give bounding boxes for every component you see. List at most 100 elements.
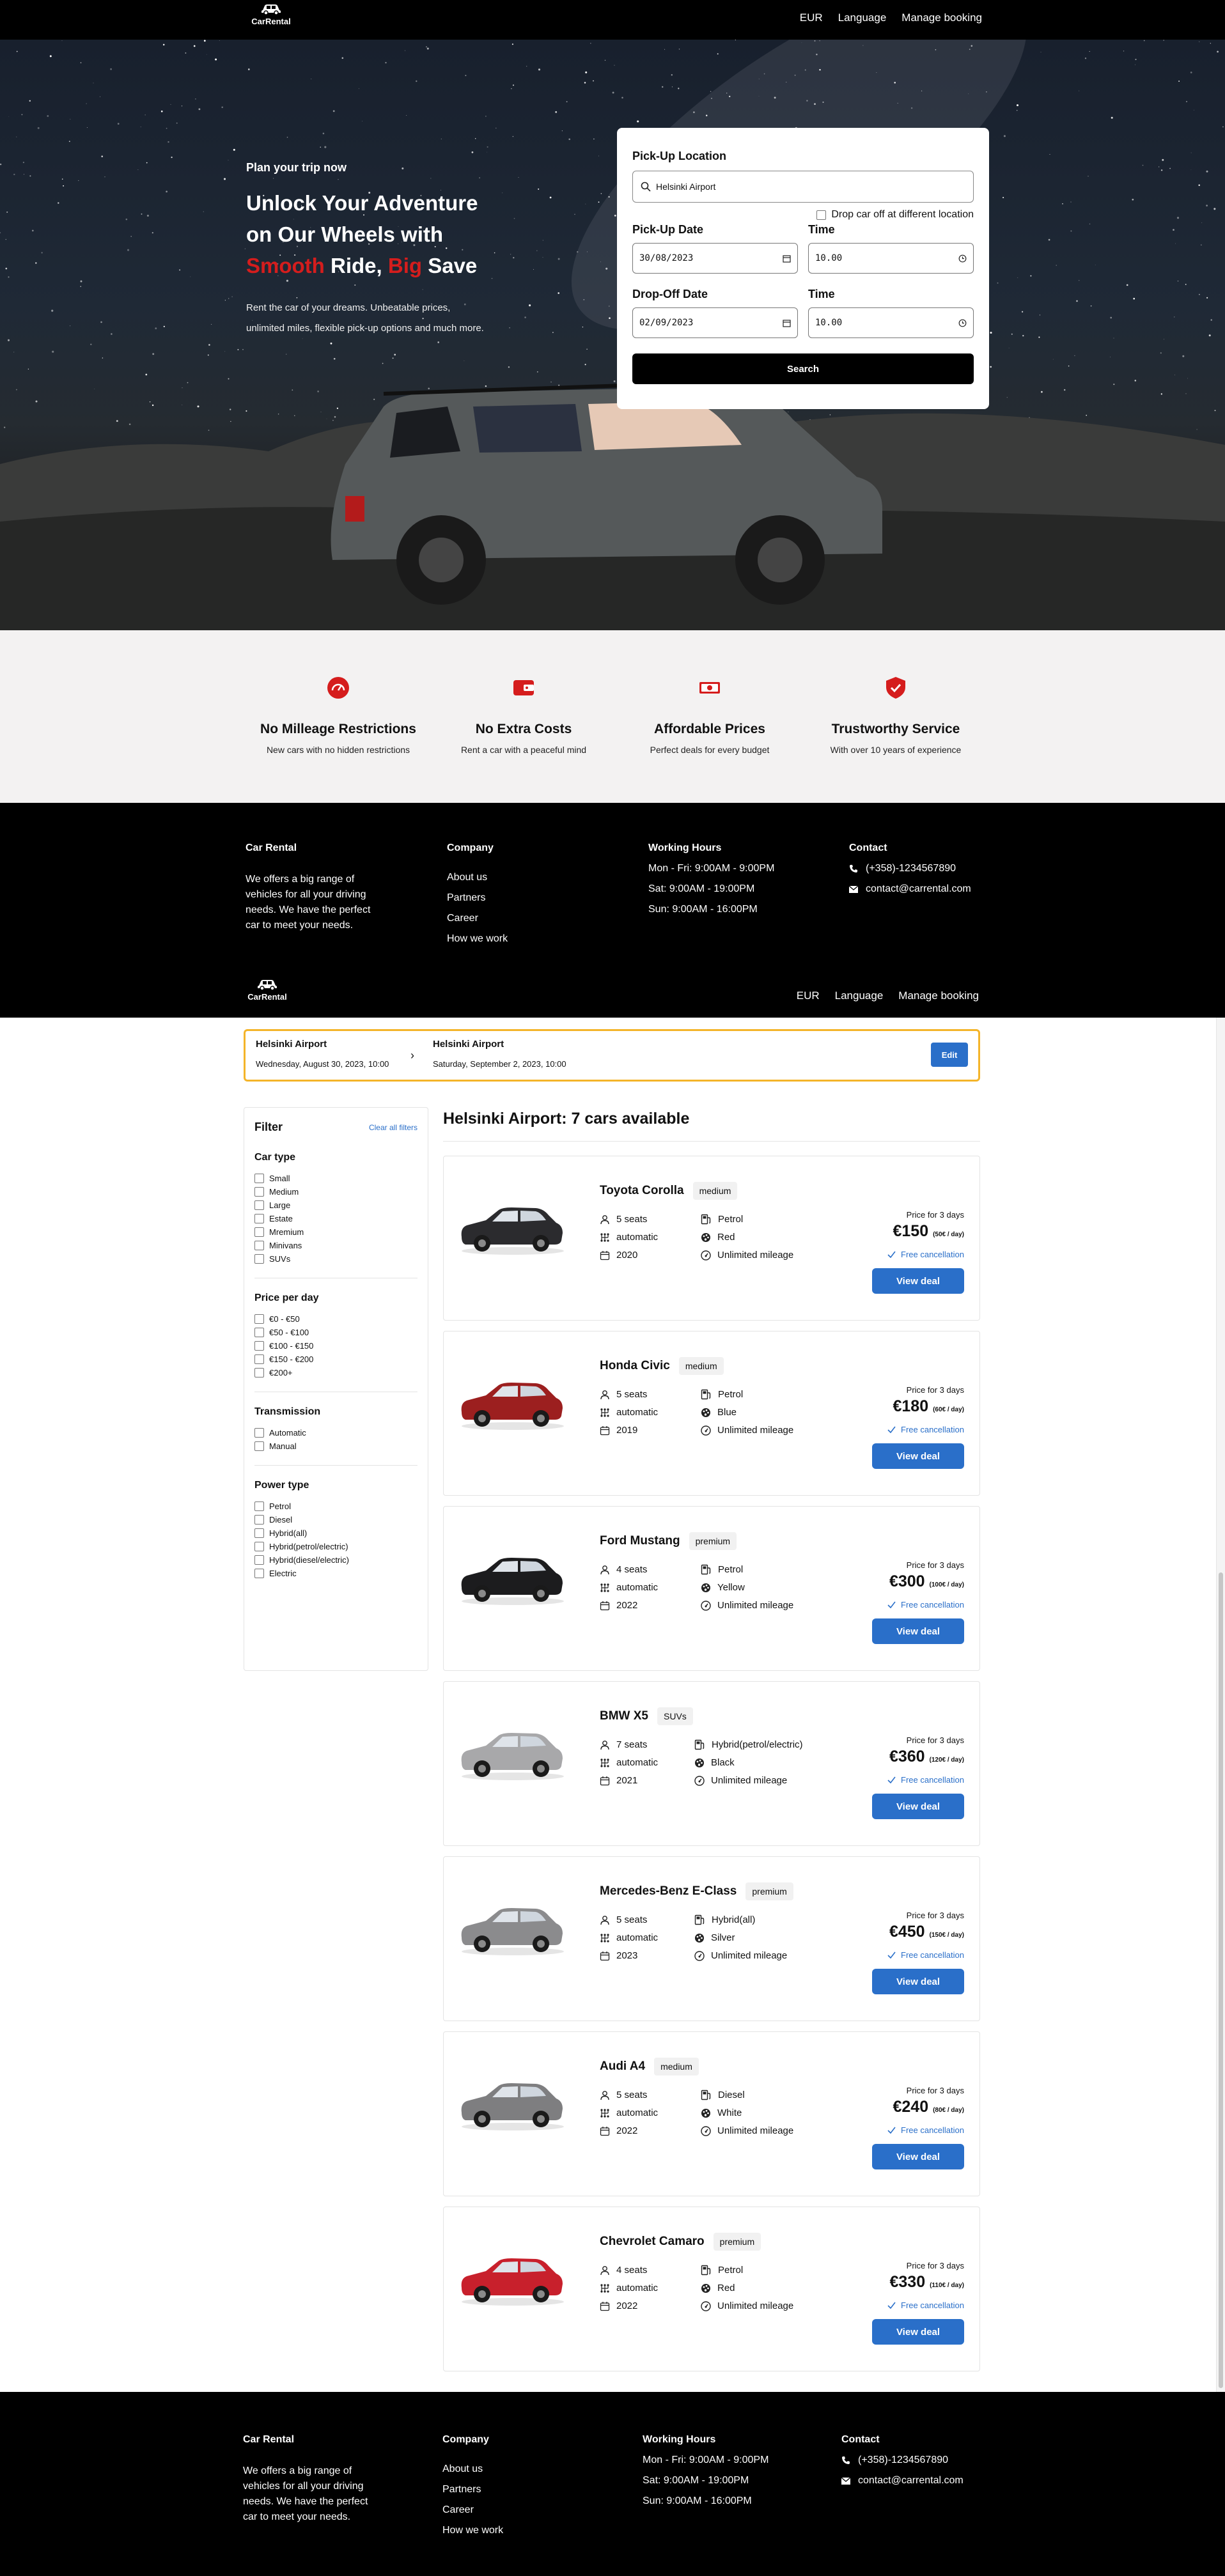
contact-email[interactable]: contact@carrental.com	[849, 883, 971, 895]
filter-option[interactable]: Minivans	[254, 1241, 417, 1250]
filter-option[interactable]: Mremium	[254, 1227, 417, 1237]
filter-option[interactable]: Large	[254, 1200, 417, 1210]
pickup-location-input[interactable]: Helsinki Airport	[632, 171, 974, 203]
view-deal-button[interactable]: View deal	[872, 2144, 964, 2169]
filter-checkbox[interactable]	[254, 1328, 264, 1337]
footer-link-about[interactable]: About us	[442, 2463, 503, 2475]
filter-checkbox[interactable]	[254, 1341, 264, 1351]
free-cancellation: Free cancellation	[872, 1250, 964, 1259]
footer-link-how[interactable]: How we work	[447, 933, 508, 945]
view-deal-button[interactable]: View deal	[872, 1794, 964, 1819]
filter-checkbox[interactable]	[254, 1354, 264, 1364]
dropoff-different-checkbox[interactable]	[816, 210, 827, 220]
star	[8, 276, 10, 278]
search-button[interactable]: Search	[632, 353, 974, 384]
filter-checkbox[interactable]	[254, 1555, 264, 1565]
filter-option[interactable]: €100 - €150	[254, 1341, 417, 1351]
contact-email[interactable]: contact@carrental.com	[841, 2475, 964, 2487]
free-cancellation-text: Free cancellation	[901, 1600, 964, 1610]
free-cancellation-text: Free cancellation	[901, 1950, 964, 1960]
filter-checkbox[interactable]	[254, 1241, 264, 1250]
contact-phone[interactable]: (+358)-1234567890	[849, 863, 971, 874]
star	[1178, 81, 1180, 82]
brand-logo[interactable]: CarRental	[248, 3, 294, 26]
language-selector[interactable]: Language	[838, 12, 887, 24]
star	[1206, 205, 1208, 206]
filter-option[interactable]: Electric	[254, 1569, 417, 1578]
dropoff-time-input[interactable]: 10.00	[808, 307, 974, 338]
view-deal-button[interactable]: View deal	[872, 1443, 964, 1469]
footer-link-partners[interactable]: Partners	[442, 2484, 503, 2495]
edit-trip-button[interactable]: Edit	[931, 1043, 968, 1067]
star	[193, 45, 196, 47]
pickup-time-input[interactable]: 10.00	[808, 243, 974, 274]
star	[502, 192, 503, 194]
filter-option-label: Hybrid(petrol/electric)	[269, 1542, 348, 1551]
free-cancellation-text: Free cancellation	[901, 2125, 964, 2135]
currency-selector[interactable]: EUR	[797, 989, 820, 1002]
footer-link-partners[interactable]: Partners	[447, 892, 508, 904]
car-fuel-text: Diesel	[718, 2090, 745, 2100]
filter-group-title: Transmission	[254, 1406, 321, 1417]
filter-option[interactable]: Medium	[254, 1187, 417, 1197]
filter-checkbox[interactable]	[254, 1200, 264, 1210]
filter-checkbox[interactable]	[254, 1227, 264, 1237]
dropoff-different-row[interactable]: Drop car off at different location	[632, 209, 974, 221]
filter-option[interactable]: Petrol	[254, 1501, 417, 1511]
filter-option[interactable]: Manual	[254, 1441, 417, 1451]
filter-checkbox[interactable]	[254, 1174, 264, 1183]
filter-checkbox[interactable]	[254, 1187, 264, 1197]
filter-option[interactable]: SUVs	[254, 1254, 417, 1264]
filter-checkbox[interactable]	[254, 1515, 264, 1525]
filter-option[interactable]: €0 - €50	[254, 1314, 417, 1324]
filter-option[interactable]: €200+	[254, 1368, 417, 1377]
view-deal-button[interactable]: View deal	[872, 1969, 964, 1994]
person-icon	[600, 1214, 609, 1224]
gearshift-icon	[600, 2283, 609, 2293]
filter-option[interactable]: Hybrid(all)	[254, 1528, 417, 1538]
footer-link-career[interactable]: Career	[447, 913, 508, 924]
filter-checkbox[interactable]	[254, 1368, 264, 1377]
brand-logo[interactable]: CarRental	[244, 978, 290, 1002]
footer-link-how[interactable]: How we work	[442, 2525, 503, 2536]
gearshift-icon	[600, 1758, 609, 1767]
paint-palette-icon	[695, 1758, 704, 1767]
filter-checkbox[interactable]	[254, 1254, 264, 1264]
filter-checkbox[interactable]	[254, 1314, 264, 1324]
filter-checkbox[interactable]	[254, 1441, 264, 1451]
manage-booking-link[interactable]: Manage booking	[898, 989, 979, 1002]
car-seats-text: 4 seats	[616, 1564, 648, 1575]
page-scrollbar[interactable]	[1216, 1018, 1225, 2393]
filter-checkbox[interactable]	[254, 1501, 264, 1511]
star	[711, 97, 712, 99]
filter-checkbox[interactable]	[254, 1542, 264, 1551]
filter-option[interactable]: €50 - €100	[254, 1328, 417, 1337]
filter-option[interactable]: Hybrid(petrol/electric)	[254, 1542, 417, 1551]
dropoff-date-input[interactable]: 02/09/2023	[632, 307, 798, 338]
pickup-date-input[interactable]: 30/08/2023	[632, 243, 798, 274]
view-deal-button[interactable]: View deal	[872, 1618, 964, 1644]
filter-option[interactable]: Estate	[254, 1214, 417, 1223]
scrollbar-thumb[interactable]	[1219, 1572, 1223, 2388]
filter-checkbox[interactable]	[254, 1214, 264, 1223]
contact-phone[interactable]: (+358)-1234567890	[841, 2455, 964, 2466]
manage-booking-link[interactable]: Manage booking	[901, 12, 982, 24]
language-selector[interactable]: Language	[835, 989, 884, 1002]
view-deal-button[interactable]: View deal	[872, 2319, 964, 2345]
filter-option[interactable]: Small	[254, 1174, 417, 1183]
price-per-day: (150€ / day)	[929, 1932, 964, 1939]
free-cancellation: Free cancellation	[872, 1425, 964, 1434]
filter-checkbox[interactable]	[254, 1528, 264, 1538]
filter-option[interactable]: Diesel	[254, 1515, 417, 1525]
currency-selector[interactable]: EUR	[800, 12, 823, 24]
clear-filters-link[interactable]: Clear all filters	[369, 1123, 417, 1132]
footer-link-career[interactable]: Career	[442, 2504, 503, 2516]
filter-checkbox[interactable]	[254, 1428, 264, 1438]
filter-option[interactable]: Hybrid(diesel/electric)	[254, 1555, 417, 1565]
filter-checkbox[interactable]	[254, 1569, 264, 1578]
price-area: Price for 3 days €330 (110€ / day) Free …	[872, 2261, 964, 2345]
filter-option[interactable]: Automatic	[254, 1428, 417, 1438]
view-deal-button[interactable]: View deal	[872, 1268, 964, 1294]
footer-link-about[interactable]: About us	[447, 872, 508, 883]
filter-option[interactable]: €150 - €200	[254, 1354, 417, 1364]
